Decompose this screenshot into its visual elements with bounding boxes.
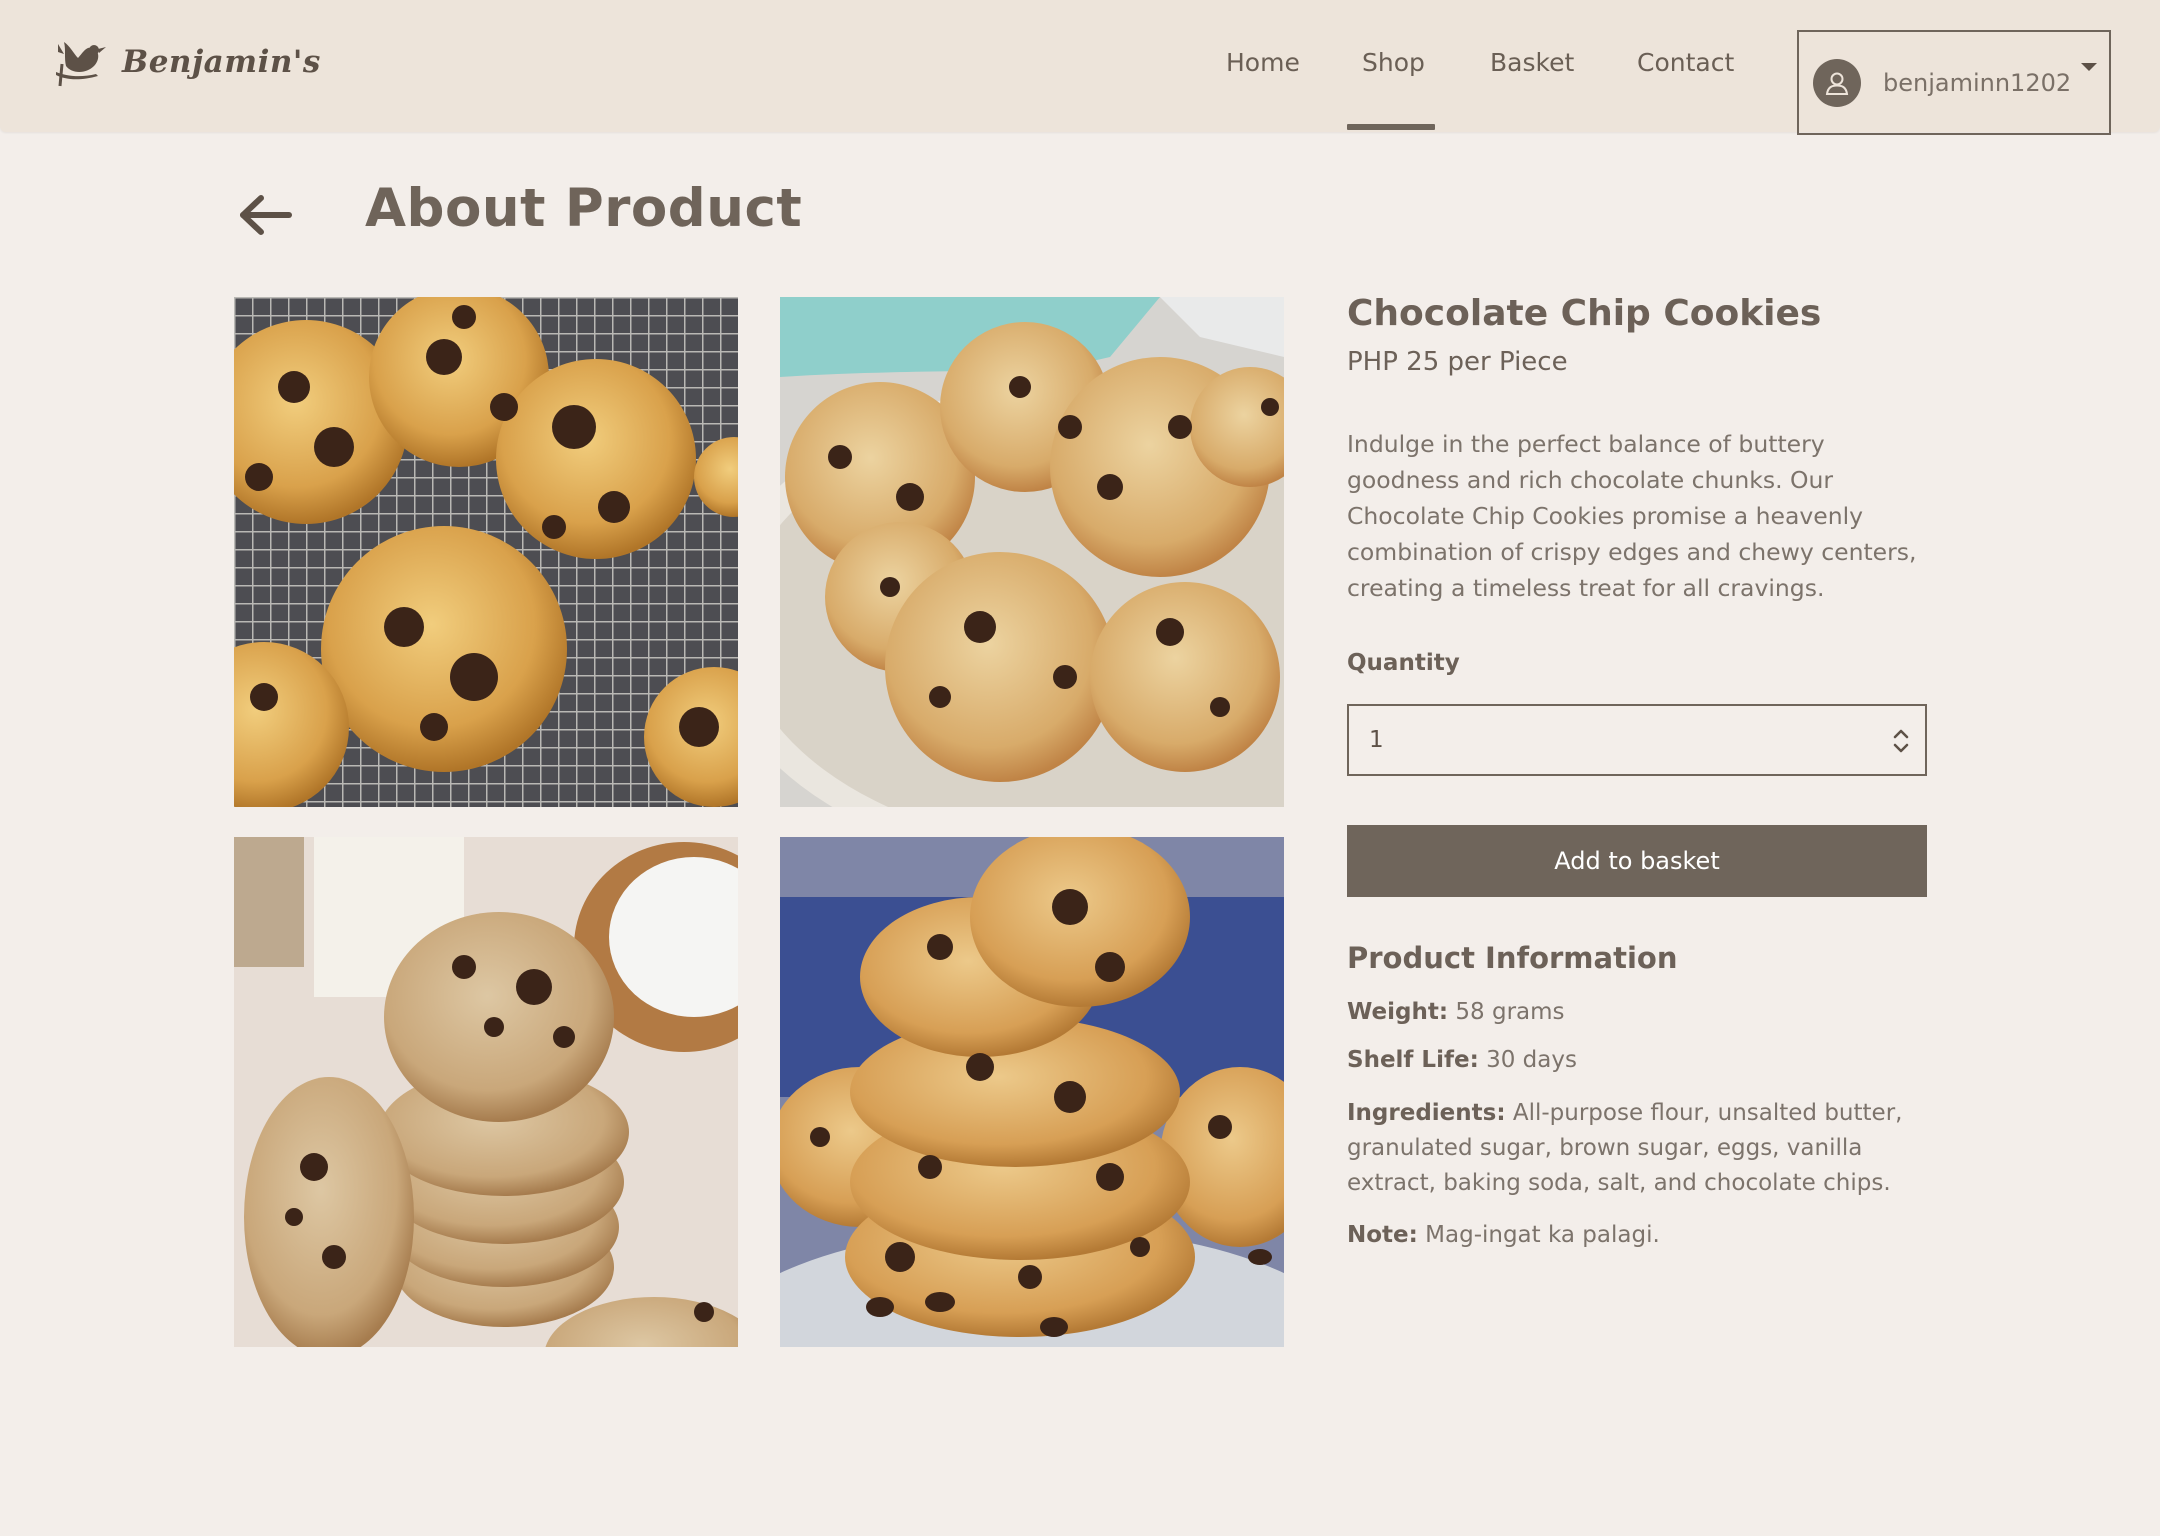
caret-down-icon [2081,63,2097,71]
nav-basket[interactable]: Basket [1490,48,1574,77]
shelf-life-value: 30 days [1486,1047,1577,1073]
add-to-basket-button[interactable]: Add to basket [1347,825,1927,897]
username-label: benjaminn1202 [1883,68,2072,97]
product-image-stack[interactable] [780,837,1284,1347]
user-icon [1813,58,1861,107]
nav-contact[interactable]: Contact [1637,48,1734,77]
nav-home[interactable]: Home [1226,48,1300,77]
stepper-arrows-icon[interactable] [1891,726,1911,756]
arrow-left-icon[interactable] [237,190,293,240]
weight-row: Weight: 58 grams [1347,995,1947,1030]
product-image-rack[interactable] [234,297,738,807]
weight-label: Weight: [1347,999,1449,1025]
bird-logo-icon [56,42,106,87]
product-price: PHP 25 per Piece [1347,347,1568,377]
product-description: Indulge in the perfect balance of butter… [1347,430,1917,602]
product-information-heading: Product Information [1347,941,1678,975]
brand-name: Benjamin's [122,44,321,80]
note-value: Mag-ingat ka palagi. [1425,1222,1660,1248]
ingredients-row: Ingredients: All-purpose flour, unsalted… [1347,1096,1947,1201]
shelf-life-label: Shelf Life: [1347,1047,1479,1073]
active-nav-indicator [1347,124,1435,130]
product-image-plate[interactable] [780,297,1284,807]
user-menu-dropdown[interactable]: benjaminn1202 [1797,30,2111,135]
quantity-value[interactable]: 1 [1369,727,1384,753]
note-label: Note: [1347,1222,1418,1248]
nav-shop[interactable]: Shop [1362,48,1425,77]
top-navbar: Benjamin's Home Shop Basket Contact benj… [0,0,2160,135]
quantity-stepper[interactable]: 1 [1347,704,1927,776]
quantity-label: Quantity [1347,650,1460,676]
note-row: Note: Mag-ingat ka palagi. [1347,1218,1947,1253]
shelf-life-row: Shelf Life: 30 days [1347,1043,1947,1078]
page-title: About Product [365,178,803,239]
product-image-milk[interactable] [234,837,738,1347]
weight-value: 58 grams [1455,999,1565,1025]
ingredients-label: Ingredients: [1347,1100,1506,1126]
brand-logo[interactable]: Benjamin's [52,36,321,88]
product-name: Chocolate Chip Cookies [1347,293,1822,334]
